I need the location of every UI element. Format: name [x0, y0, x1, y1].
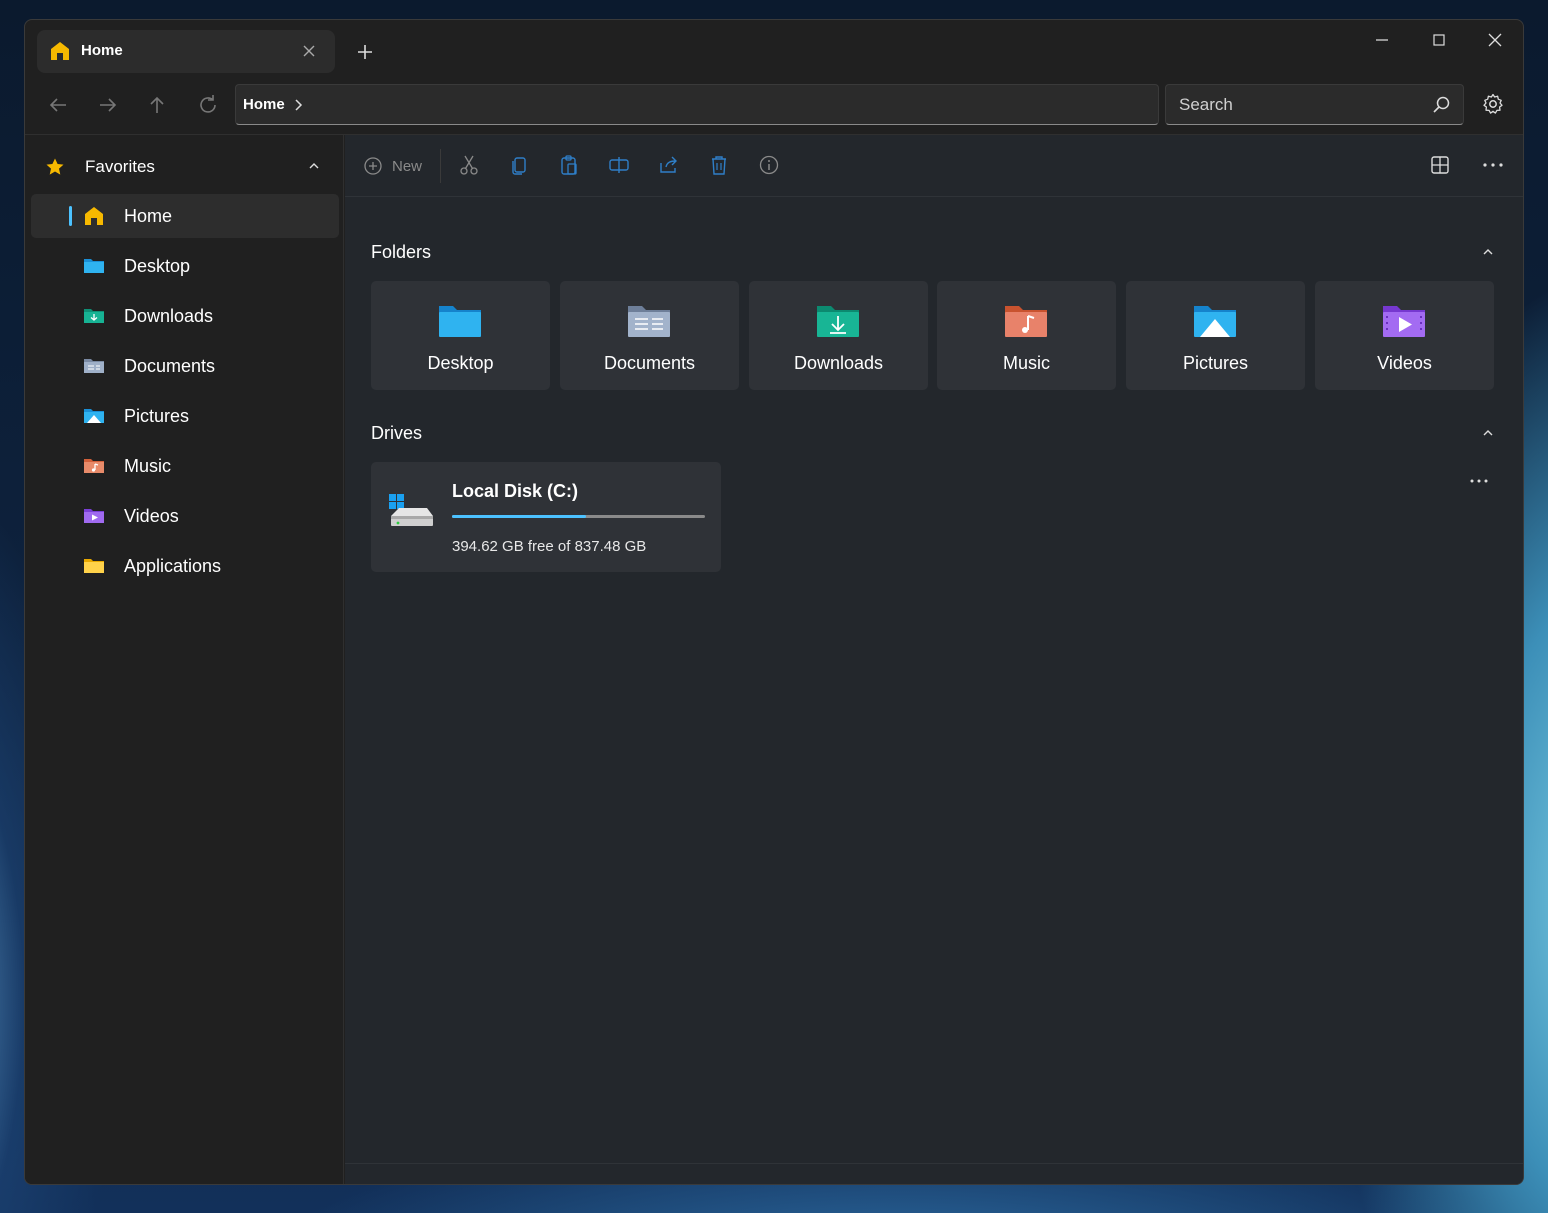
title-bar: Home	[25, 20, 1523, 82]
sidebar-item-videos[interactable]: Videos	[31, 494, 339, 538]
chevron-up-icon[interactable]	[1481, 245, 1495, 259]
sidebar-item-documents[interactable]: Documents	[31, 344, 339, 388]
music-folder-icon	[84, 459, 104, 473]
drive-name: Local Disk (C:)	[452, 481, 579, 501]
delete-icon[interactable]	[708, 154, 730, 176]
paste-icon[interactable]	[558, 154, 580, 176]
sidebar-item-home[interactable]: Home	[31, 194, 339, 238]
folders-section-title: Folders	[371, 242, 432, 262]
music-folder-icon	[1005, 306, 1047, 337]
layout-icon[interactable]	[1429, 154, 1451, 176]
sidebar-item-music[interactable]: Music	[31, 444, 339, 488]
desktop-folder-icon	[84, 259, 104, 273]
downloads-folder-icon	[817, 306, 859, 337]
folder-card-videos[interactable]: Videos	[1315, 281, 1494, 390]
properties-icon[interactable]	[758, 154, 780, 176]
desktop-folder-icon	[439, 306, 481, 337]
sidebar-item-desktop[interactable]: Desktop	[31, 244, 339, 288]
sidebar-item-label: Documents	[124, 356, 216, 376]
sidebar-item-label: Applications	[124, 556, 222, 576]
search-input[interactable]: Search	[1165, 84, 1464, 125]
folder-card-pictures[interactable]: Pictures	[1126, 281, 1305, 390]
pictures-folder-icon	[84, 409, 104, 423]
home-icon	[85, 207, 103, 225]
folder-label: Downloads	[793, 353, 884, 373]
new-button[interactable]: New	[363, 156, 422, 176]
sidebar-item-label: Music	[124, 456, 172, 476]
pictures-folder-icon	[1194, 306, 1236, 337]
drive-usage-bar	[452, 515, 705, 518]
file-explorer-window: Home Home Search Favorites Home Desktop …	[24, 19, 1524, 1185]
sidebar-item-label: Home	[124, 206, 173, 226]
sidebar-item-label: Desktop	[124, 256, 191, 276]
selection-indicator	[69, 206, 72, 226]
status-bar	[345, 1163, 1523, 1164]
search-icon[interactable]	[1431, 95, 1451, 115]
tab-home[interactable]: Home	[37, 30, 335, 73]
sidebar-item-downloads[interactable]: Downloads	[31, 294, 339, 338]
refresh-icon[interactable]	[193, 90, 223, 120]
main-content: New Folders Desktop Documents Downloads …	[345, 135, 1523, 1184]
downloads-folder-icon	[84, 309, 104, 323]
sidebar-item-pictures[interactable]: Pictures	[31, 394, 339, 438]
documents-folder-icon	[84, 359, 104, 373]
copy-icon[interactable]	[508, 154, 530, 176]
share-icon[interactable]	[658, 154, 680, 176]
favorites-label: Favorites	[85, 157, 155, 176]
command-toolbar: New	[345, 135, 1523, 197]
breadcrumb-home[interactable]: Home	[243, 96, 285, 113]
new-tab-icon[interactable]	[355, 40, 375, 64]
folder-card-music[interactable]: Music	[937, 281, 1116, 390]
favorites-header[interactable]: Favorites	[45, 155, 325, 179]
drives-section-title: Drives	[371, 423, 423, 443]
back-icon[interactable]	[43, 90, 73, 120]
sidebar-item-applications[interactable]: Applications	[31, 544, 339, 588]
maximize-icon[interactable]	[1419, 28, 1459, 52]
gear-icon[interactable]	[1481, 92, 1505, 116]
address-bar[interactable]: Home	[235, 84, 1159, 125]
sidebar-item-label: Videos	[124, 506, 179, 526]
tab-title: Home	[81, 42, 123, 59]
videos-folder-icon	[1383, 306, 1425, 337]
sidebar: Favorites Home Desktop Downloads Documen…	[25, 135, 344, 1184]
cut-icon[interactable]	[458, 154, 480, 176]
drive-icon	[389, 494, 433, 526]
applications-folder-icon	[84, 559, 104, 573]
new-label: New	[392, 157, 423, 175]
chevron-up-icon[interactable]	[307, 159, 321, 173]
chevron-up-icon[interactable]	[1481, 426, 1495, 440]
folder-card-desktop[interactable]: Desktop	[371, 281, 550, 390]
rename-icon[interactable]	[608, 154, 630, 176]
drive-usage-fill	[452, 515, 586, 518]
add-icon	[364, 157, 382, 175]
folder-label: Documents	[603, 353, 696, 373]
folder-card-documents[interactable]: Documents	[560, 281, 739, 390]
home-icon	[51, 42, 69, 60]
more-icon[interactable]	[1467, 476, 1491, 486]
more-icon[interactable]	[1482, 154, 1504, 176]
folder-label: Music	[1002, 353, 1050, 373]
sidebar-item-label: Pictures	[124, 406, 190, 426]
folder-card-downloads[interactable]: Downloads	[749, 281, 928, 390]
search-placeholder: Search	[1179, 95, 1233, 114]
close-icon[interactable]	[1475, 28, 1515, 52]
sidebar-item-label: Downloads	[124, 306, 214, 326]
up-icon[interactable]	[142, 90, 172, 120]
close-tab-icon[interactable]	[299, 41, 319, 61]
documents-folder-icon	[628, 306, 670, 337]
star-icon	[46, 158, 64, 175]
forward-icon[interactable]	[93, 90, 123, 120]
toolbar-separator	[440, 149, 441, 183]
minimize-icon[interactable]	[1362, 28, 1402, 52]
folder-label: Pictures	[1182, 353, 1249, 373]
drive-free-space: 394.62 GB free of 837.48 GB	[452, 538, 647, 555]
folder-label: Videos	[1377, 353, 1432, 373]
folder-label: Desktop	[427, 353, 494, 373]
drive-card-c[interactable]: Local Disk (C:) 394.62 GB free of 837.48…	[371, 462, 721, 572]
videos-folder-icon	[84, 509, 104, 523]
chevron-right-icon[interactable]	[292, 97, 304, 113]
